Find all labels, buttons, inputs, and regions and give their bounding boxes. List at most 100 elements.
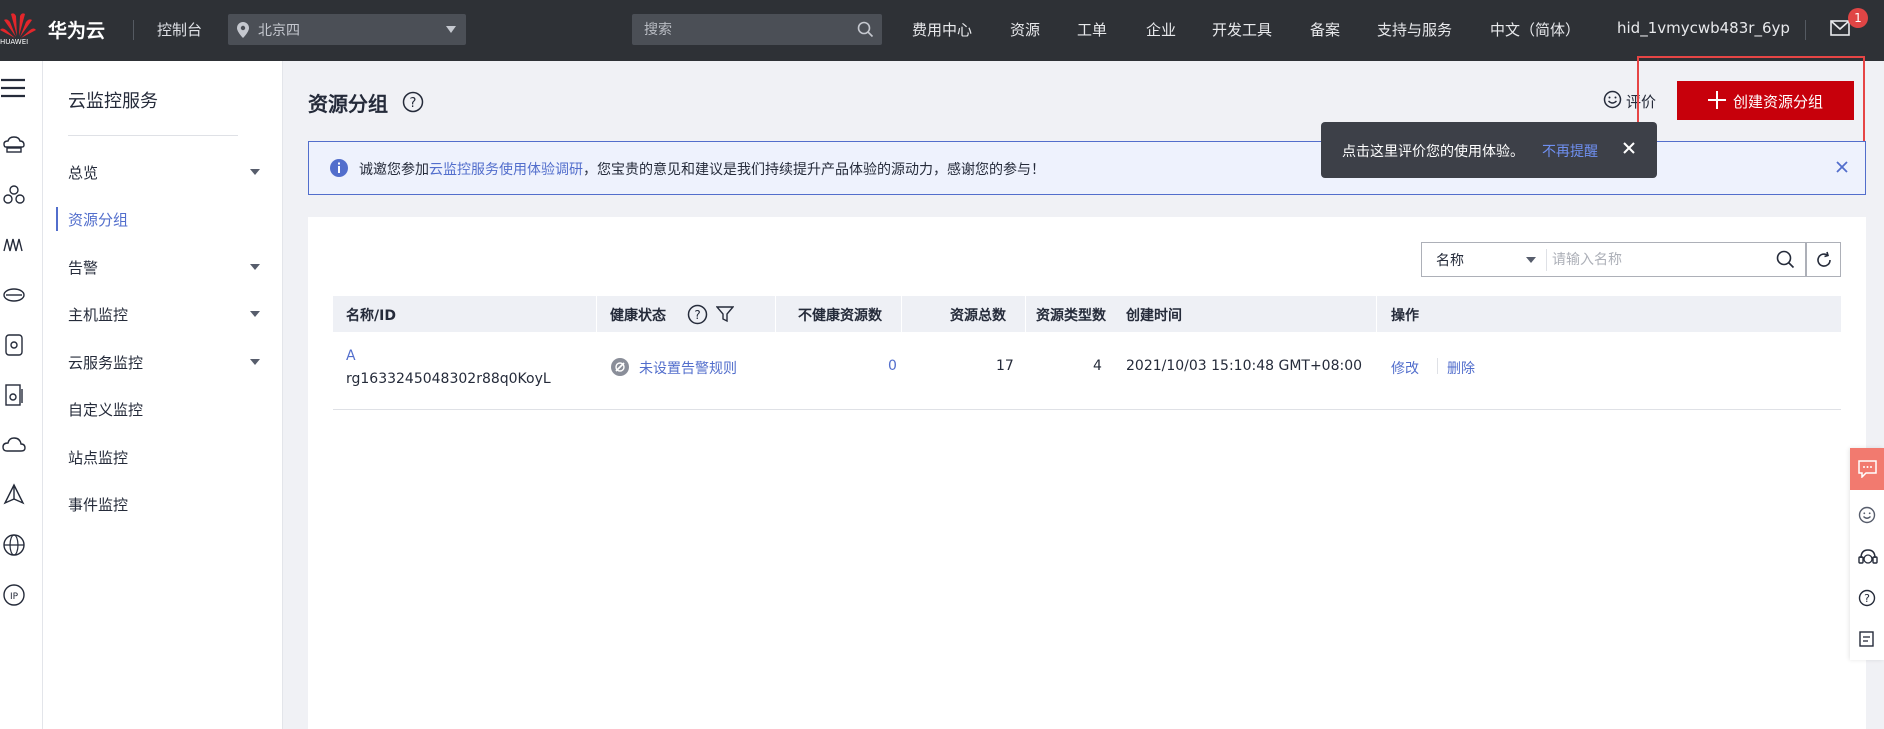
- sidebar-item-event-monitoring[interactable]: 事件监控: [43, 486, 283, 522]
- svg-text:?: ?: [694, 308, 700, 322]
- nav-icp[interactable]: 备案: [1310, 19, 1340, 40]
- chat-icon: [1858, 460, 1877, 478]
- customer-service-icon[interactable]: [1858, 548, 1878, 566]
- info-icon: [330, 159, 348, 177]
- refresh-button[interactable]: [1806, 242, 1841, 277]
- service-icon-rail: IP: [0, 61, 43, 729]
- smiley-icon[interactable]: [1603, 90, 1622, 109]
- search-filter: 名称: [1421, 242, 1806, 277]
- sidebar-item-custom-monitoring[interactable]: 自定义监控: [43, 391, 283, 427]
- edit-link[interactable]: 修改: [1391, 358, 1419, 378]
- feedback-button[interactable]: [1850, 448, 1884, 490]
- nav-divider: [1805, 20, 1806, 40]
- header-health: 健康状态: [610, 308, 666, 324]
- help-icon[interactable]: ?: [1858, 589, 1876, 607]
- nav-username[interactable]: hid_1vmycwb483r_6yp: [1617, 19, 1790, 37]
- nav-resources[interactable]: 资源: [1010, 19, 1040, 40]
- filter-field-select[interactable]: 名称: [1436, 250, 1464, 270]
- sidebar-item-alarms[interactable]: 告警: [43, 249, 283, 285]
- column-divider: [775, 296, 776, 332]
- help-icon[interactable]: ?: [402, 91, 424, 113]
- create-button-label: 创建资源分组: [1733, 93, 1824, 111]
- table-row: A rg1633245048302r88q0KoyL 未设置告警规则 0 17 …: [333, 332, 1841, 410]
- global-search-input[interactable]: [632, 14, 852, 45]
- location-pin-icon: [237, 22, 249, 38]
- created-time: 2021/10/03 15:10:48 GMT+08:00: [1126, 358, 1363, 374]
- chevron-down-icon: [250, 311, 260, 317]
- chevron-down-icon: [446, 26, 456, 33]
- mail-icon[interactable]: [1830, 20, 1850, 36]
- cloud-icon[interactable]: [2, 433, 26, 457]
- unhealthy-count[interactable]: 0: [888, 358, 897, 374]
- service-sidebar: 云监控服务 总览 资源分组 告警 主机监控 云服务监控 自定义监控 站点监控 事…: [43, 61, 283, 729]
- brand-name[interactable]: 华为云: [48, 16, 105, 43]
- tooltip-text: 点击这里评价您的使用体验。: [1342, 144, 1524, 160]
- search-icon[interactable]: [1776, 250, 1795, 269]
- sidebar-item-label: 资源分组: [68, 211, 129, 229]
- network-icon[interactable]: [2, 233, 26, 257]
- survey-link[interactable]: 云监控服务使用体验调研: [429, 162, 583, 178]
- close-icon[interactable]: [1835, 160, 1849, 174]
- console-link[interactable]: 控制台: [157, 19, 202, 40]
- nav-dev-tools[interactable]: 开发工具: [1212, 19, 1272, 40]
- nav-enterprise[interactable]: 企业: [1146, 19, 1176, 40]
- menu-icon[interactable]: [1, 78, 25, 98]
- nav-language[interactable]: 中文（简体）: [1490, 19, 1580, 40]
- header-total: 资源总数: [950, 308, 1006, 324]
- group-name-link[interactable]: A: [346, 348, 356, 364]
- search-icon[interactable]: [857, 21, 874, 38]
- column-divider: [1025, 296, 1026, 332]
- filter-name-input[interactable]: [1552, 244, 1762, 275]
- table-header: 名称/ID 健康状态 ? 不健康资源数 资源总数 资源类型数 创建时间 操作: [333, 296, 1841, 332]
- column-divider: [596, 296, 597, 332]
- create-resource-group-button[interactable]: 创建资源分组: [1677, 81, 1854, 120]
- sidebar-item-label: 主机监控: [68, 306, 129, 324]
- nav-support[interactable]: 支持与服务: [1377, 19, 1452, 40]
- resource-type-count: 4: [1093, 358, 1102, 374]
- nav-tickets[interactable]: 工单: [1077, 19, 1107, 40]
- mail-badge: 1: [1848, 8, 1868, 28]
- plus-icon: [1708, 91, 1726, 109]
- unset-status-icon: [611, 358, 629, 376]
- chevron-down-icon: [250, 169, 260, 175]
- action-separator: [1437, 358, 1438, 374]
- cloud-server-icon[interactable]: [2, 133, 26, 157]
- resource-group-card: 名称 名称/ID 健康状态 ? 不健康资源数 资源总数 资源类型数 创建时间: [308, 217, 1866, 729]
- security-icon[interactable]: [2, 383, 26, 407]
- sidebar-item-cloud-service-monitoring[interactable]: 云服务监控: [43, 344, 283, 380]
- svg-text:IP: IP: [10, 592, 19, 602]
- database-icon[interactable]: [2, 283, 26, 307]
- region-selector[interactable]: 北京四: [228, 14, 466, 45]
- edit-document-icon[interactable]: [1858, 630, 1876, 648]
- filter-icon[interactable]: [716, 306, 734, 323]
- header-created: 创建时间: [1126, 308, 1182, 324]
- chevron-down-icon[interactable]: [1526, 257, 1536, 263]
- smiley-icon[interactable]: [1858, 506, 1876, 524]
- globe-icon[interactable]: [2, 533, 26, 557]
- refresh-icon: [1817, 251, 1831, 267]
- sidebar-item-resource-groups[interactable]: 资源分组: [43, 201, 283, 237]
- nav-billing[interactable]: 费用中心: [912, 19, 972, 40]
- top-nav: HUAWEI 华为云 控制台 北京四 费用中心 资源 工单 企业 开发工具 备案…: [0, 0, 1884, 61]
- storage-icon[interactable]: [2, 333, 26, 357]
- rate-label[interactable]: 评价: [1626, 91, 1656, 112]
- deploy-icon[interactable]: [2, 483, 26, 507]
- filter-divider: [1546, 249, 1547, 271]
- header-type-count: 资源类型数: [1036, 308, 1106, 324]
- health-status-link[interactable]: 未设置告警规则: [639, 358, 737, 378]
- sidebar-item-host-monitoring[interactable]: 主机监控: [43, 296, 283, 332]
- delete-link[interactable]: 删除: [1447, 358, 1475, 378]
- help-icon[interactable]: ?: [687, 304, 708, 325]
- sidebar-item-overview[interactable]: 总览: [43, 154, 283, 190]
- dont-remind-link[interactable]: 不再提醒: [1542, 141, 1598, 161]
- cluster-icon[interactable]: [2, 183, 26, 207]
- rate-tooltip: 点击这里评价您的使用体验。 不再提醒: [1321, 122, 1657, 178]
- logo-text: HUAWEI: [0, 38, 29, 46]
- ip-icon[interactable]: IP: [2, 583, 26, 607]
- sidebar-item-site-monitoring[interactable]: 站点监控: [43, 439, 283, 475]
- column-divider: [901, 296, 902, 332]
- close-icon[interactable]: [1621, 140, 1637, 156]
- sidebar-item-label: 告警: [68, 259, 99, 277]
- header-unhealthy-count: 不健康资源数: [798, 308, 882, 324]
- notice-text: 诚邀您参加云监控服务使用体验调研，您宝贵的意见和建议是我们持续提升产品体验的源动…: [359, 159, 1045, 179]
